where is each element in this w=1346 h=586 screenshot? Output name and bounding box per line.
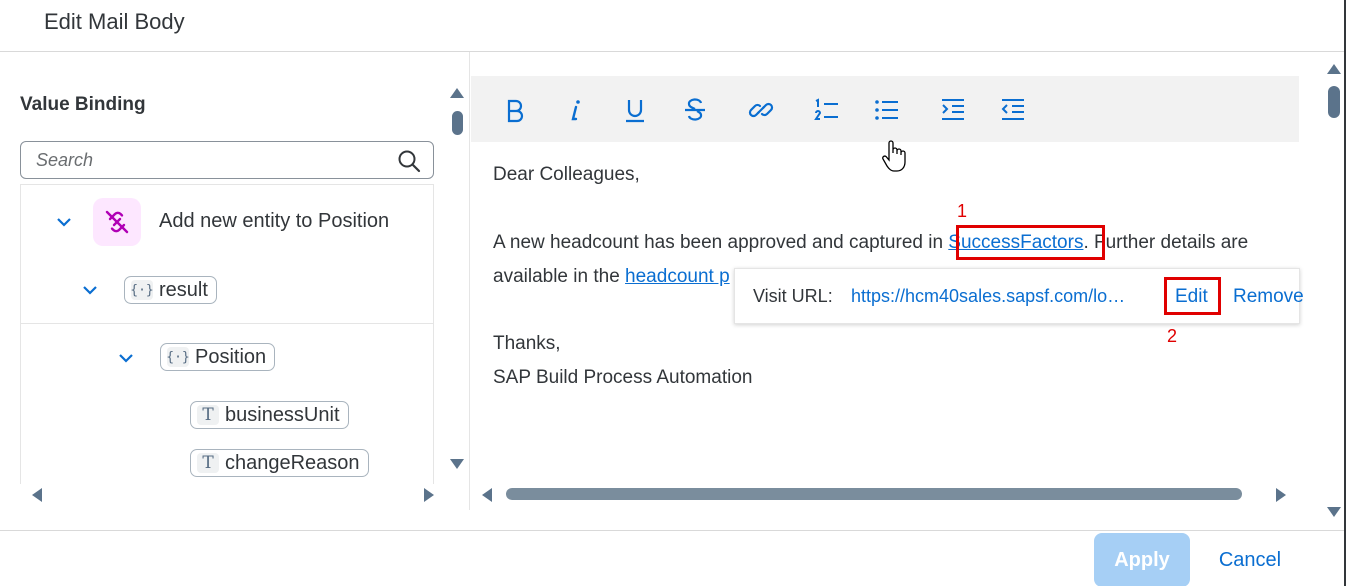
scroll-left-arrow[interactable] xyxy=(482,488,492,502)
value-binding-pane: Value Binding Search Add new entity to P… xyxy=(0,52,470,510)
vertical-scrollbar-thumb[interactable] xyxy=(452,111,463,135)
annotation-number-1: 1 xyxy=(957,201,968,221)
dialog-footer: Apply Cancel xyxy=(0,530,1344,586)
paragraph-line-2: available in the headcount p xyxy=(493,266,730,288)
token-changereason[interactable]: T changeReason xyxy=(190,449,369,477)
token-label: result xyxy=(159,278,208,301)
hand-cursor-icon xyxy=(882,140,906,172)
italic-icon[interactable] xyxy=(561,96,589,124)
cancel-button[interactable]: Cancel xyxy=(1206,533,1294,586)
tree-divider xyxy=(21,323,433,324)
token-result[interactable]: {·} result xyxy=(124,276,217,304)
token-label: Position xyxy=(195,345,267,368)
greeting-line: Dear Colleagues, xyxy=(493,164,640,185)
annotation-number-2: 2 xyxy=(1167,326,1178,346)
paragraph-text: . Further details are xyxy=(1083,232,1249,253)
tree-item-field[interactable]: T changeReason xyxy=(21,447,433,481)
scroll-down-arrow[interactable] xyxy=(1327,507,1341,517)
link-icon[interactable] xyxy=(747,96,775,124)
chevron-down-icon[interactable] xyxy=(81,281,99,299)
token-businessunit[interactable]: T businessUnit xyxy=(190,401,349,429)
entity-label: Add new entity to Position xyxy=(159,210,390,232)
numbered-list-icon[interactable] xyxy=(813,96,841,124)
tree-item-result[interactable]: {·} result xyxy=(21,273,433,313)
remove-link-button[interactable]: Remove xyxy=(1233,286,1304,308)
apply-button[interactable]: Apply xyxy=(1094,533,1190,586)
chevron-down-icon[interactable] xyxy=(117,349,135,367)
paragraph-line-1: A new headcount has been approved and ca… xyxy=(493,232,1248,254)
thanks-line: Thanks, xyxy=(493,333,561,354)
scroll-up-arrow[interactable] xyxy=(1327,64,1341,74)
annotation-box-1 xyxy=(956,225,1105,260)
indent-icon[interactable] xyxy=(939,96,967,124)
dialog-header: Edit Mail Body xyxy=(0,0,1344,52)
search-icon[interactable] xyxy=(397,149,421,173)
text-T-icon: T xyxy=(197,405,219,425)
scroll-down-arrow[interactable] xyxy=(450,459,464,469)
scroll-right-arrow[interactable] xyxy=(424,488,434,502)
annotation-box-2 xyxy=(1164,277,1221,315)
token-label: changeReason xyxy=(225,451,360,474)
visit-url-label: Visit URL: xyxy=(753,286,833,306)
headcount-link[interactable]: headcount p xyxy=(625,266,730,287)
token-position[interactable]: {·} Position xyxy=(160,343,276,371)
bold-icon[interactable] xyxy=(501,96,529,124)
scroll-right-arrow[interactable] xyxy=(1276,488,1286,502)
dialog-title: Edit Mail Body xyxy=(44,9,185,34)
bullet-list-icon[interactable] xyxy=(873,96,901,124)
object-braces-icon: {·} xyxy=(166,347,190,367)
tree-item-field[interactable]: T businessUnit xyxy=(21,399,433,433)
signature-line: SAP Build Process Automation xyxy=(493,367,753,388)
search-input[interactable]: Search xyxy=(20,141,434,179)
visit-url-link[interactable]: https://hcm40sales.sapsf.com/lo… xyxy=(851,286,1125,307)
edit-mail-body-dialog: Edit Mail Body Value Binding Search Add … xyxy=(0,0,1346,586)
object-braces-icon: {·} xyxy=(130,280,154,300)
vertical-scrollbar-thumb[interactable] xyxy=(1328,86,1340,118)
text-T-icon: T xyxy=(197,453,219,473)
formatting-toolbar xyxy=(471,76,1299,142)
paragraph-text: available in the xyxy=(493,266,626,287)
paragraph-text: A new headcount has been approved and ca… xyxy=(493,232,949,253)
token-label: businessUnit xyxy=(225,403,340,426)
outdent-icon[interactable] xyxy=(999,96,1027,124)
unlink-icon xyxy=(93,198,141,246)
tree-item-entity[interactable]: Add new entity to Position xyxy=(21,185,433,255)
horizontal-scrollbar-thumb[interactable] xyxy=(506,488,1242,500)
chevron-down-icon[interactable] xyxy=(55,213,73,231)
search-placeholder: Search xyxy=(36,150,94,170)
underline-icon[interactable] xyxy=(621,96,649,124)
strikethrough-icon[interactable] xyxy=(681,96,709,124)
scroll-up-arrow[interactable] xyxy=(450,88,464,98)
scroll-left-arrow[interactable] xyxy=(32,488,42,502)
value-binding-title: Value Binding xyxy=(20,94,146,115)
tree-item-position[interactable]: {·} Position xyxy=(21,341,433,381)
binding-tree[interactable]: Add new entity to Position {·} result {·… xyxy=(20,184,434,484)
